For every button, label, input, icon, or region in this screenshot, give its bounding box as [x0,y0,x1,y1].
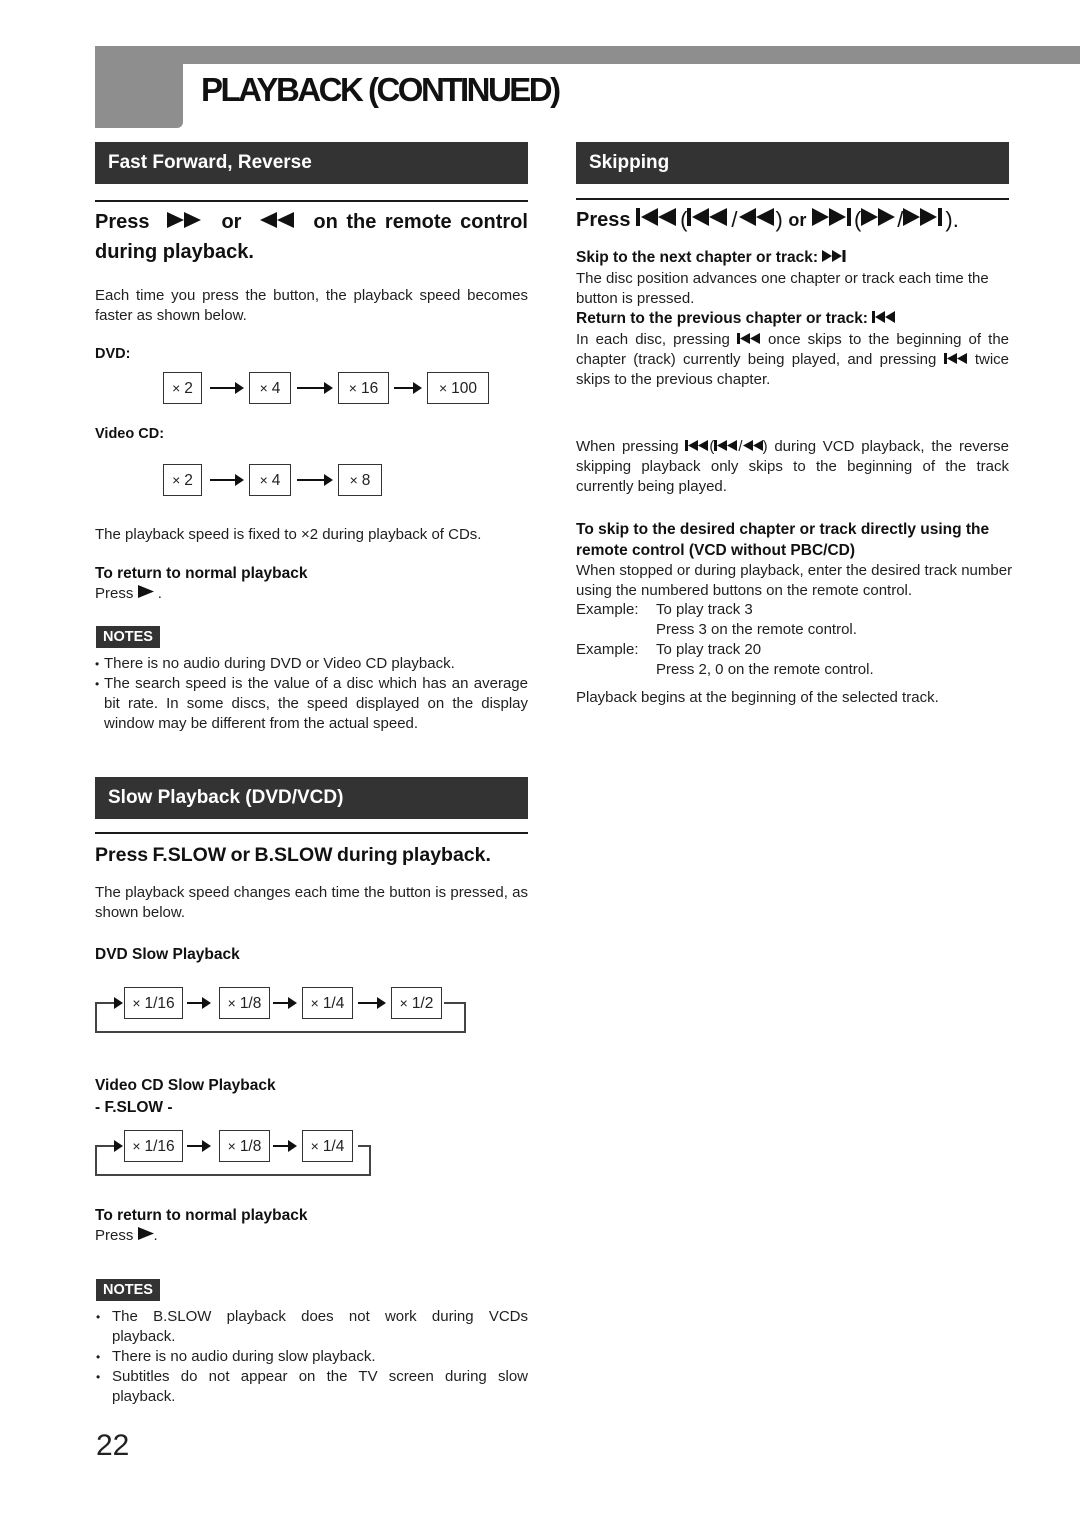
arrow-icon [358,997,386,1009]
fast-forward-icon [167,207,203,237]
speed-box: × 1/4 [302,1130,353,1162]
arrow-icon [112,1140,124,1152]
ff-step-heading: Press or on the remote control during pl… [95,207,528,267]
skip-vcd-text: When pressing (/) during VCD playback, t… [576,437,1009,496]
vcd-label: Video CD: [95,426,165,442]
speed-box: × 2 [163,464,202,496]
section-fast-forward-reverse: Fast Forward, Reverse [95,142,528,184]
note-item: There is no audio during DVD or Video CD… [95,654,528,674]
skip-next-heading: Skip to the next chapter or track: [576,248,846,268]
speed-box: × 8 [338,464,382,496]
divider [95,200,528,202]
fast-forward-icon [861,205,897,235]
notes-badge: NOTES [96,626,160,648]
skip-previous-icon [685,437,709,457]
note-item: The B.SLOW playback does not work during… [95,1307,528,1347]
arrow-icon [297,474,333,486]
speed-box: × 16 [338,372,389,404]
loop-line [358,1145,371,1147]
ff-step-suffix: on the remote control [313,211,528,233]
rewind-icon [742,437,763,457]
example-item: Example: To play track 3 Press 3 on the … [576,601,857,638]
divider [95,832,528,834]
speed-box: × 100 [427,372,489,404]
arrow-icon [187,1140,211,1152]
rewind-icon [738,205,776,235]
slow-step-heading: Press F.SLOW or B.SLOW during playback. [95,844,491,866]
speed-box: × 1/16 [124,987,183,1019]
play-icon [137,1226,154,1246]
skip-next-text: The disc position advances one chapter o… [576,270,989,307]
page-title: PLAYBACK (CONTINUED) [201,71,561,108]
dvd-label: DVD: [95,346,131,362]
section-skipping: Skipping [576,142,1009,184]
ff-step-or: or [221,211,242,233]
arrow-icon [394,382,422,394]
skip-previous-icon [943,350,968,370]
skip-step-heading: Press ( / ) or ( / ). [576,205,1016,235]
skip-step-or: or [788,210,807,230]
ff-step-prefix: Press [95,211,150,233]
speed-box: × 1/2 [391,987,442,1019]
slow-intro: The playback speed changes each time the… [95,884,528,921]
skip-next-icon [822,248,846,268]
section-slow-playback: Slow Playback (DVD/VCD) [95,777,528,819]
skip-previous-icon [872,309,896,329]
note-item: There is no audio during slow playback. [95,1347,528,1367]
skip-step-prefix: Press [576,209,631,231]
slow-return-heading: To return to normal playback [95,1207,308,1224]
speed-box: × 1/8 [219,1130,270,1162]
note-item: Subtitles do not appear on the TV screen… [95,1367,528,1407]
skip-examples: Example: To play track 3 Press 3 on the … [576,600,1016,680]
skip-previous-icon [736,330,761,350]
vcd-slow-heading: Video CD Slow Playback [95,1077,276,1094]
skip-next-icon [903,205,945,235]
example-item: Example: To play track 20 Press 2, 0 on … [576,641,874,678]
slow-notes-list: The B.SLOW playback does not work during… [95,1307,528,1407]
ff-return-text: Press . [95,584,162,604]
speed-box: × 1/4 [302,987,353,1019]
skip-closing: Playback begins at the beginning of the … [576,689,939,706]
loop-line [444,1002,466,1004]
arrow-icon [187,997,211,1009]
skip-next-icon [811,205,854,235]
skip-prev-text: In each disc, pressing once skips to the… [576,330,1010,389]
rewind-icon [259,207,295,237]
arrow-icon [273,997,297,1009]
skip-prev-heading: Return to the previous chapter or track: [576,309,896,329]
speed-box: × 4 [249,372,291,404]
slow-return-text: Press . [95,1226,158,1246]
ff-step-line2: during playback. [95,241,254,263]
ff-return-heading: To return to normal playback [95,565,308,582]
speed-box: × 1/16 [124,1130,183,1162]
arrow-icon [210,474,244,486]
cd-note: The playback speed is fixed to ×2 during… [95,526,482,543]
skip-previous-icon [714,437,738,457]
skip-direct-heading: To skip to the desired chapter or track … [576,521,990,559]
arrow-icon [112,997,124,1009]
speed-box: × 4 [249,464,291,496]
note-item: The search speed is the value of a disc … [95,674,528,734]
arrow-icon [297,382,333,394]
header-banner-bar [95,46,1080,64]
skip-previous-icon [687,205,731,235]
play-icon [137,584,154,604]
speed-box: × 1/8 [219,987,270,1019]
speed-box: × 2 [163,372,202,404]
skip-previous-icon [636,205,680,235]
notes-badge: NOTES [96,1279,160,1301]
header-banner-tab [95,46,183,128]
skip-direct-text: When stopped or during playback, enter t… [576,562,1013,599]
ff-notes-list: There is no audio during DVD or Video CD… [95,654,528,734]
arrow-icon [273,1140,297,1152]
ff-intro: Each time you press the button, the play… [95,287,528,324]
dvd-slow-heading: DVD Slow Playback [95,946,240,963]
divider [576,198,1009,200]
page-number: 22 [96,1429,130,1462]
vcd-slow-subheading: - F.SLOW - [95,1099,173,1116]
arrow-icon [210,382,244,394]
